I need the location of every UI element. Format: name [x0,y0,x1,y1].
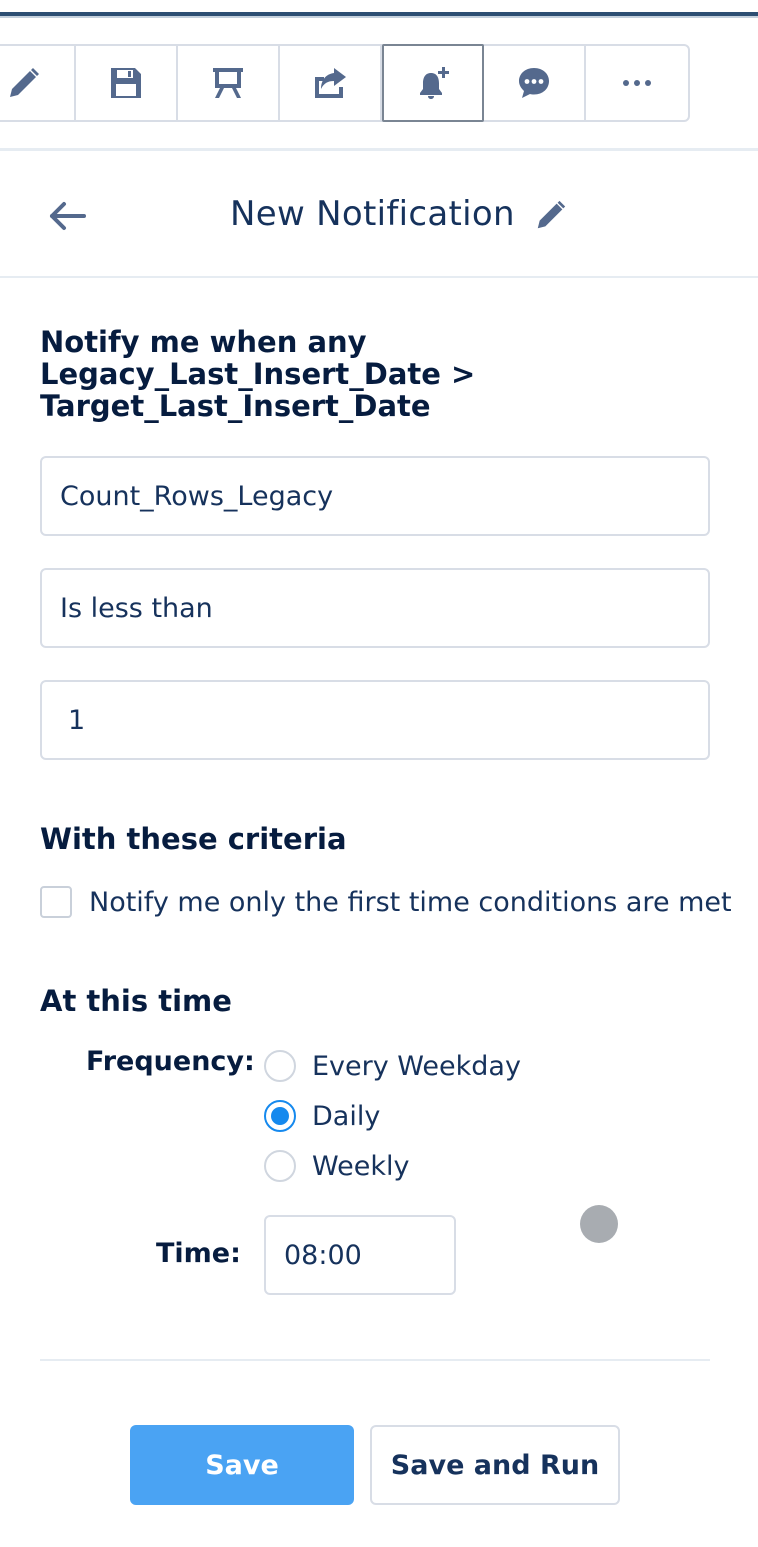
add-notification-icon [420,67,449,99]
back-arrow-icon [50,202,86,230]
more-actions-button[interactable] [586,46,688,120]
footer-divider [40,1359,710,1361]
save-button[interactable]: Save [130,1425,354,1505]
panel-title: New Notification [230,194,515,234]
radio-weekly[interactable] [264,1150,296,1182]
pencil-icon [537,200,566,229]
condition-heading: Notify me when any Legacy_Last_Insert_Da… [40,325,476,423]
comment-button[interactable] [484,46,586,120]
condition-field-value: Count_Rows_Legacy [60,480,334,512]
more-icon [623,80,651,86]
frequency-option-daily[interactable]: Daily [264,1100,380,1132]
frequency-option-weekly[interactable]: Weekly [264,1150,409,1182]
condition-value-input[interactable]: 1 [40,680,710,760]
notification-button[interactable] [382,44,484,122]
toolbar-divider [0,148,758,151]
radio-every-weekday[interactable] [264,1050,296,1082]
header-divider [0,276,758,278]
save-icon [111,68,141,98]
pencil-icon [10,68,39,97]
frequency-option-every-weekday[interactable]: Every Weekday [264,1050,521,1082]
time-input[interactable]: 08:00 [264,1215,456,1295]
schedule-title: At this time [40,984,232,1018]
condition-operator-select[interactable]: Is less than [40,568,710,648]
top-border-shadow [0,16,758,18]
edit-button[interactable] [0,46,76,120]
edit-title-button[interactable] [534,198,570,232]
time-label: Time: [156,1238,241,1269]
condition-field-select[interactable]: Count_Rows_Legacy [40,456,710,536]
back-button[interactable] [46,196,90,236]
radio-label-weekly: Weekly [312,1150,410,1182]
condition-operator-value: Is less than [60,592,213,624]
comment-icon [519,68,549,98]
present-button[interactable] [178,46,280,120]
frequency-label: Frequency: [86,1046,255,1077]
share-button[interactable] [280,46,382,120]
condition-value: 1 [68,704,86,736]
radio-label-every-weekday: Every Weekday [312,1050,521,1082]
criteria-title: With these criteria [40,822,347,856]
first-time-checkbox[interactable] [40,886,72,918]
first-time-label: Notify me only the first time conditions… [89,886,732,918]
save-and-run-button[interactable]: Save and Run [370,1425,620,1505]
panel-header: New Notification [0,152,758,276]
first-time-option[interactable]: Notify me only the first time conditions… [40,886,732,918]
time-value: 08:00 [284,1239,362,1271]
presentation-icon [213,68,243,98]
radio-daily[interactable] [264,1100,296,1132]
dashboard-toolbar [0,44,690,122]
touch-cursor-indicator [580,1205,618,1243]
share-icon [315,68,346,98]
radio-label-daily: Daily [312,1100,381,1132]
save-dashboard-button[interactable] [76,46,178,120]
